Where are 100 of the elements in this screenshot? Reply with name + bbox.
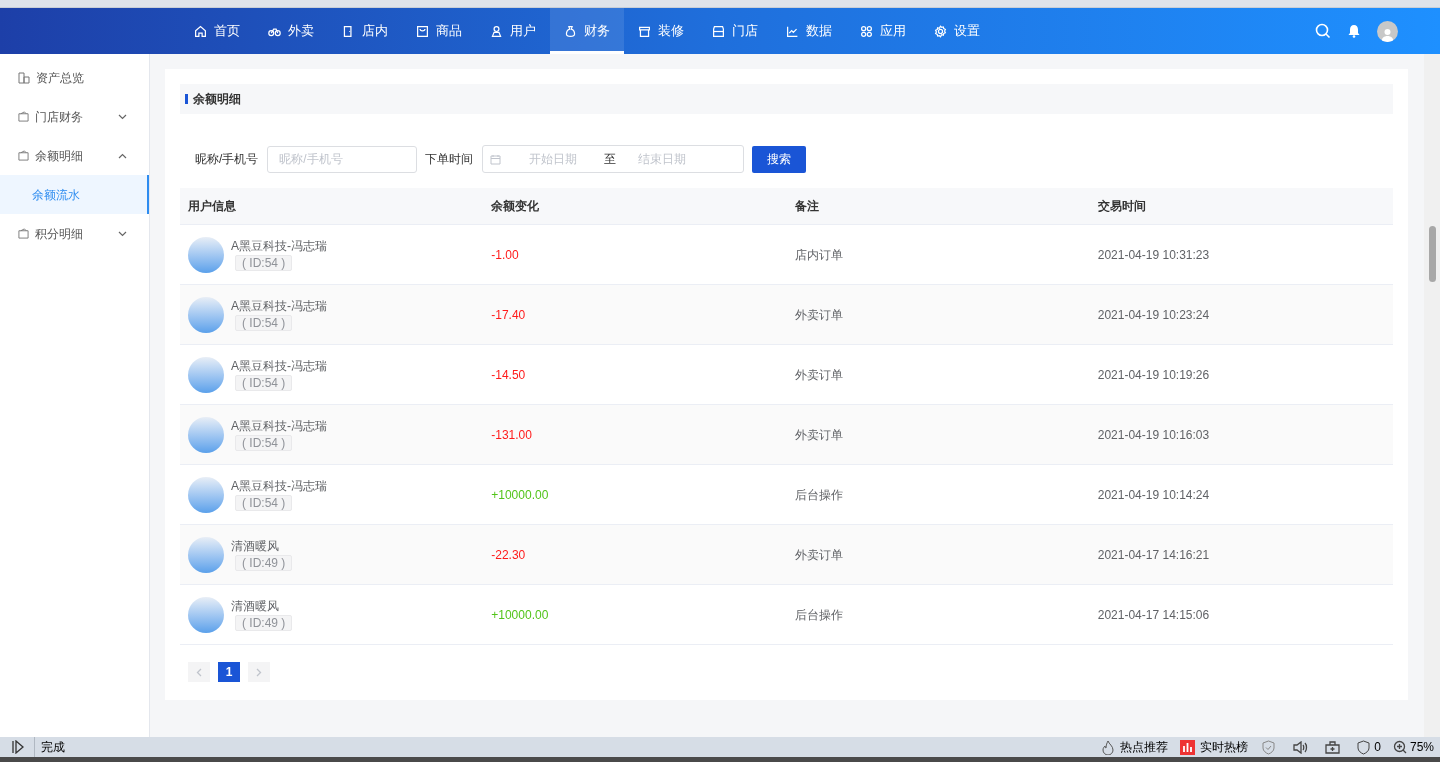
column-header: 备注 — [793, 198, 820, 215]
bell-icon[interactable] — [1347, 24, 1361, 38]
document-stack-icon — [18, 71, 30, 84]
amount-cell-text: -22.30 — [490, 546, 527, 564]
nav-tab[interactable]: 财务 — [550, 8, 624, 54]
sidebar-item[interactable]: 资产总览 — [0, 58, 149, 97]
keyword-input[interactable]: 昵称/手机号 — [267, 145, 418, 173]
column-header: 用户信息 — [187, 198, 237, 215]
avatar-image — [188, 236, 224, 273]
nav-tab[interactable]: 装修 — [624, 8, 698, 54]
search-icon[interactable] — [1315, 23, 1331, 39]
sidebar-item[interactable]: 积分明细 — [0, 214, 149, 253]
start-date-placeholder: 开始日期 — [529, 151, 578, 168]
amount-cell-text: -14.50 — [490, 366, 527, 384]
table-cell-text: 2021-04-19 10:31:23 — [1096, 246, 1211, 264]
date-range-field[interactable]: 开始日期 至 结束日期 — [482, 145, 745, 173]
filter-label: 昵称/手机号 — [195, 151, 259, 168]
table-cell-text: 店内订单 — [793, 246, 844, 264]
bar-chart-icon[interactable] — [1180, 739, 1196, 755]
wallet-icon — [18, 150, 29, 161]
amount-cell-text: +10000.00 — [490, 486, 550, 504]
table-cell-text: 后台操作 — [793, 606, 844, 624]
wallet-icon — [18, 228, 29, 239]
user-name: A黑豆科技-冯志瑞 — [231, 418, 327, 434]
range-separator: 至 — [604, 151, 617, 168]
chevron-icon — [196, 667, 202, 677]
avatar-image — [188, 416, 224, 453]
flame-icon[interactable] — [1101, 739, 1116, 755]
scrollbar-thumb[interactable] — [1429, 226, 1436, 282]
shield-icon[interactable] — [1262, 739, 1276, 755]
toolbox-icon[interactable] — [1325, 740, 1341, 754]
search-button[interactable]: 搜索 — [752, 145, 807, 173]
table-cell-text: 2021-04-19 10:19:26 — [1096, 366, 1211, 384]
table-cell-text: 后台操作 — [793, 486, 844, 504]
tray-link[interactable]: 热点推荐 — [1120, 738, 1169, 756]
column-header: 交易时间 — [1096, 198, 1147, 215]
panel-title: 余额明细 — [193, 91, 241, 108]
table-cell-text: 2021-04-19 10:23:24 — [1096, 306, 1211, 324]
scrollbar[interactable] — [1424, 54, 1440, 737]
tray-link[interactable]: 实时热榜 — [1200, 738, 1249, 756]
user-id-tag: ( ID:49 ) — [235, 555, 293, 571]
table-cell-text: 2021-04-19 10:16:03 — [1096, 426, 1211, 444]
table-cell-text: 2021-04-17 14:16:21 — [1096, 546, 1211, 564]
nav-tab[interactable]: 店内 — [328, 8, 402, 54]
storefront-icon — [638, 24, 651, 38]
bag-icon — [416, 24, 429, 38]
table-cell-text: 外卖订单 — [793, 426, 844, 444]
amount-cell-text: -1.00 — [490, 246, 520, 264]
wallet-icon — [18, 111, 29, 122]
page-button[interactable]: 1 — [218, 662, 240, 682]
accent-bar — [185, 94, 188, 104]
user-name: A黑豆科技-冯志瑞 — [231, 358, 327, 374]
amount-cell-text: -17.40 — [490, 306, 527, 324]
avatar-image — [188, 596, 224, 633]
nav-tab[interactable]: 外卖 — [254, 8, 328, 54]
settings-icon — [934, 24, 947, 38]
end-date-placeholder: 结束日期 — [638, 151, 687, 168]
line-chart-icon — [786, 24, 799, 38]
person-icon — [490, 24, 503, 38]
avatar-image — [188, 296, 224, 333]
zoom-in-icon[interactable] — [1392, 740, 1407, 754]
table-cell-text: 外卖订单 — [793, 306, 844, 324]
user-name: A黑豆科技-冯志瑞 — [231, 478, 327, 494]
nav-tab[interactable]: 用户 — [476, 8, 550, 54]
nav-tab[interactable]: 门店 — [698, 8, 772, 54]
avatar-image — [188, 356, 224, 393]
amount-cell-text: -131.00 — [490, 426, 533, 444]
nav-tab[interactable]: 应用 — [846, 8, 920, 54]
avatar-icon[interactable] — [1377, 20, 1398, 42]
user-id-tag: ( ID:54 ) — [235, 375, 293, 391]
avatar-image — [188, 536, 224, 573]
user-name: A黑豆科技-冯志瑞 — [231, 298, 327, 314]
column-header: 余额变化 — [490, 198, 541, 215]
table-cell-text: 2021-04-19 10:14:24 — [1096, 486, 1211, 504]
sidebar-item[interactable]: 余额明细 — [0, 136, 149, 175]
chevron-icon — [256, 667, 262, 677]
nav-tab[interactable]: 首页 — [180, 8, 254, 54]
nav-tab[interactable]: 数据 — [772, 8, 846, 54]
table-cell-text: 外卖订单 — [793, 366, 844, 384]
sidebar-subitem[interactable]: 余额流水 — [0, 175, 149, 214]
ad-count: 0 — [1374, 739, 1381, 756]
user-id-tag: ( ID:54 ) — [235, 255, 293, 271]
play-icon[interactable] — [11, 740, 25, 754]
store-icon — [712, 24, 725, 38]
calendar-icon — [490, 153, 502, 165]
user-id-tag: ( ID:49 ) — [235, 615, 293, 631]
sidebar-item[interactable]: 门店财务 — [0, 97, 149, 136]
status-text: 完成 — [41, 739, 65, 756]
nav-tab[interactable]: 商品 — [402, 8, 476, 54]
user-id-tag: ( ID:54 ) — [235, 315, 293, 331]
zoom-level[interactable]: 75% — [1409, 738, 1434, 756]
grid-icon — [860, 24, 873, 38]
ad-block-icon[interactable] — [1357, 739, 1371, 755]
money-bag-icon — [564, 24, 577, 38]
user-name: 清酒暖风 — [231, 598, 279, 614]
filter-label: 下单时间 — [425, 151, 474, 168]
speaker-icon[interactable] — [1293, 740, 1309, 754]
user-name: 清酒暖风 — [231, 538, 279, 554]
user-id-tag: ( ID:54 ) — [235, 495, 293, 511]
nav-tab[interactable]: 设置 — [920, 8, 994, 54]
